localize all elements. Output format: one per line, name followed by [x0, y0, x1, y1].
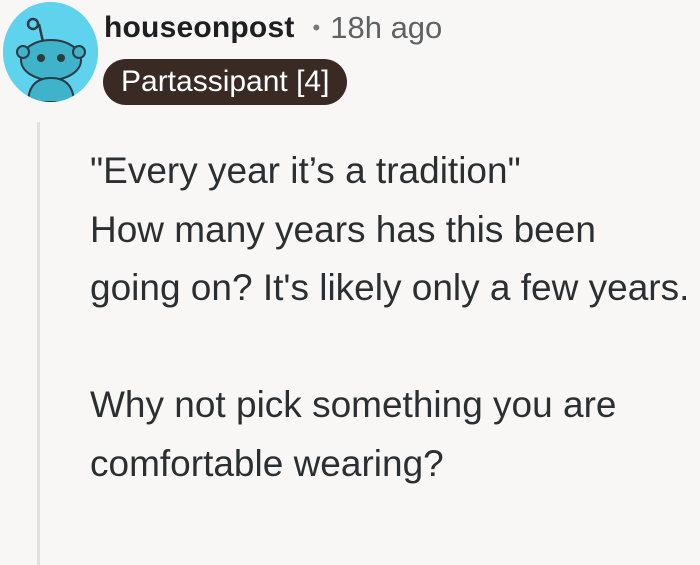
- avatar[interactable]: [3, 2, 98, 102]
- thread-line[interactable]: [37, 122, 40, 565]
- comment-paragraph: "Every year it’s a tradition" How many y…: [90, 150, 690, 308]
- snoo-avatar-icon: [3, 2, 98, 102]
- separator-dot: •: [312, 15, 321, 40]
- comment-paragraph: Why not pick something you are comfortab…: [90, 384, 617, 484]
- timestamp[interactable]: 18h ago: [330, 10, 442, 46]
- user-flair-badge: Partassipant [4]: [103, 59, 348, 105]
- username-link[interactable]: houseonpost: [104, 11, 295, 45]
- comment-body: "Every year it’s a tradition" How many y…: [90, 142, 690, 493]
- comment-header: houseonpost • 18h ago: [104, 8, 442, 48]
